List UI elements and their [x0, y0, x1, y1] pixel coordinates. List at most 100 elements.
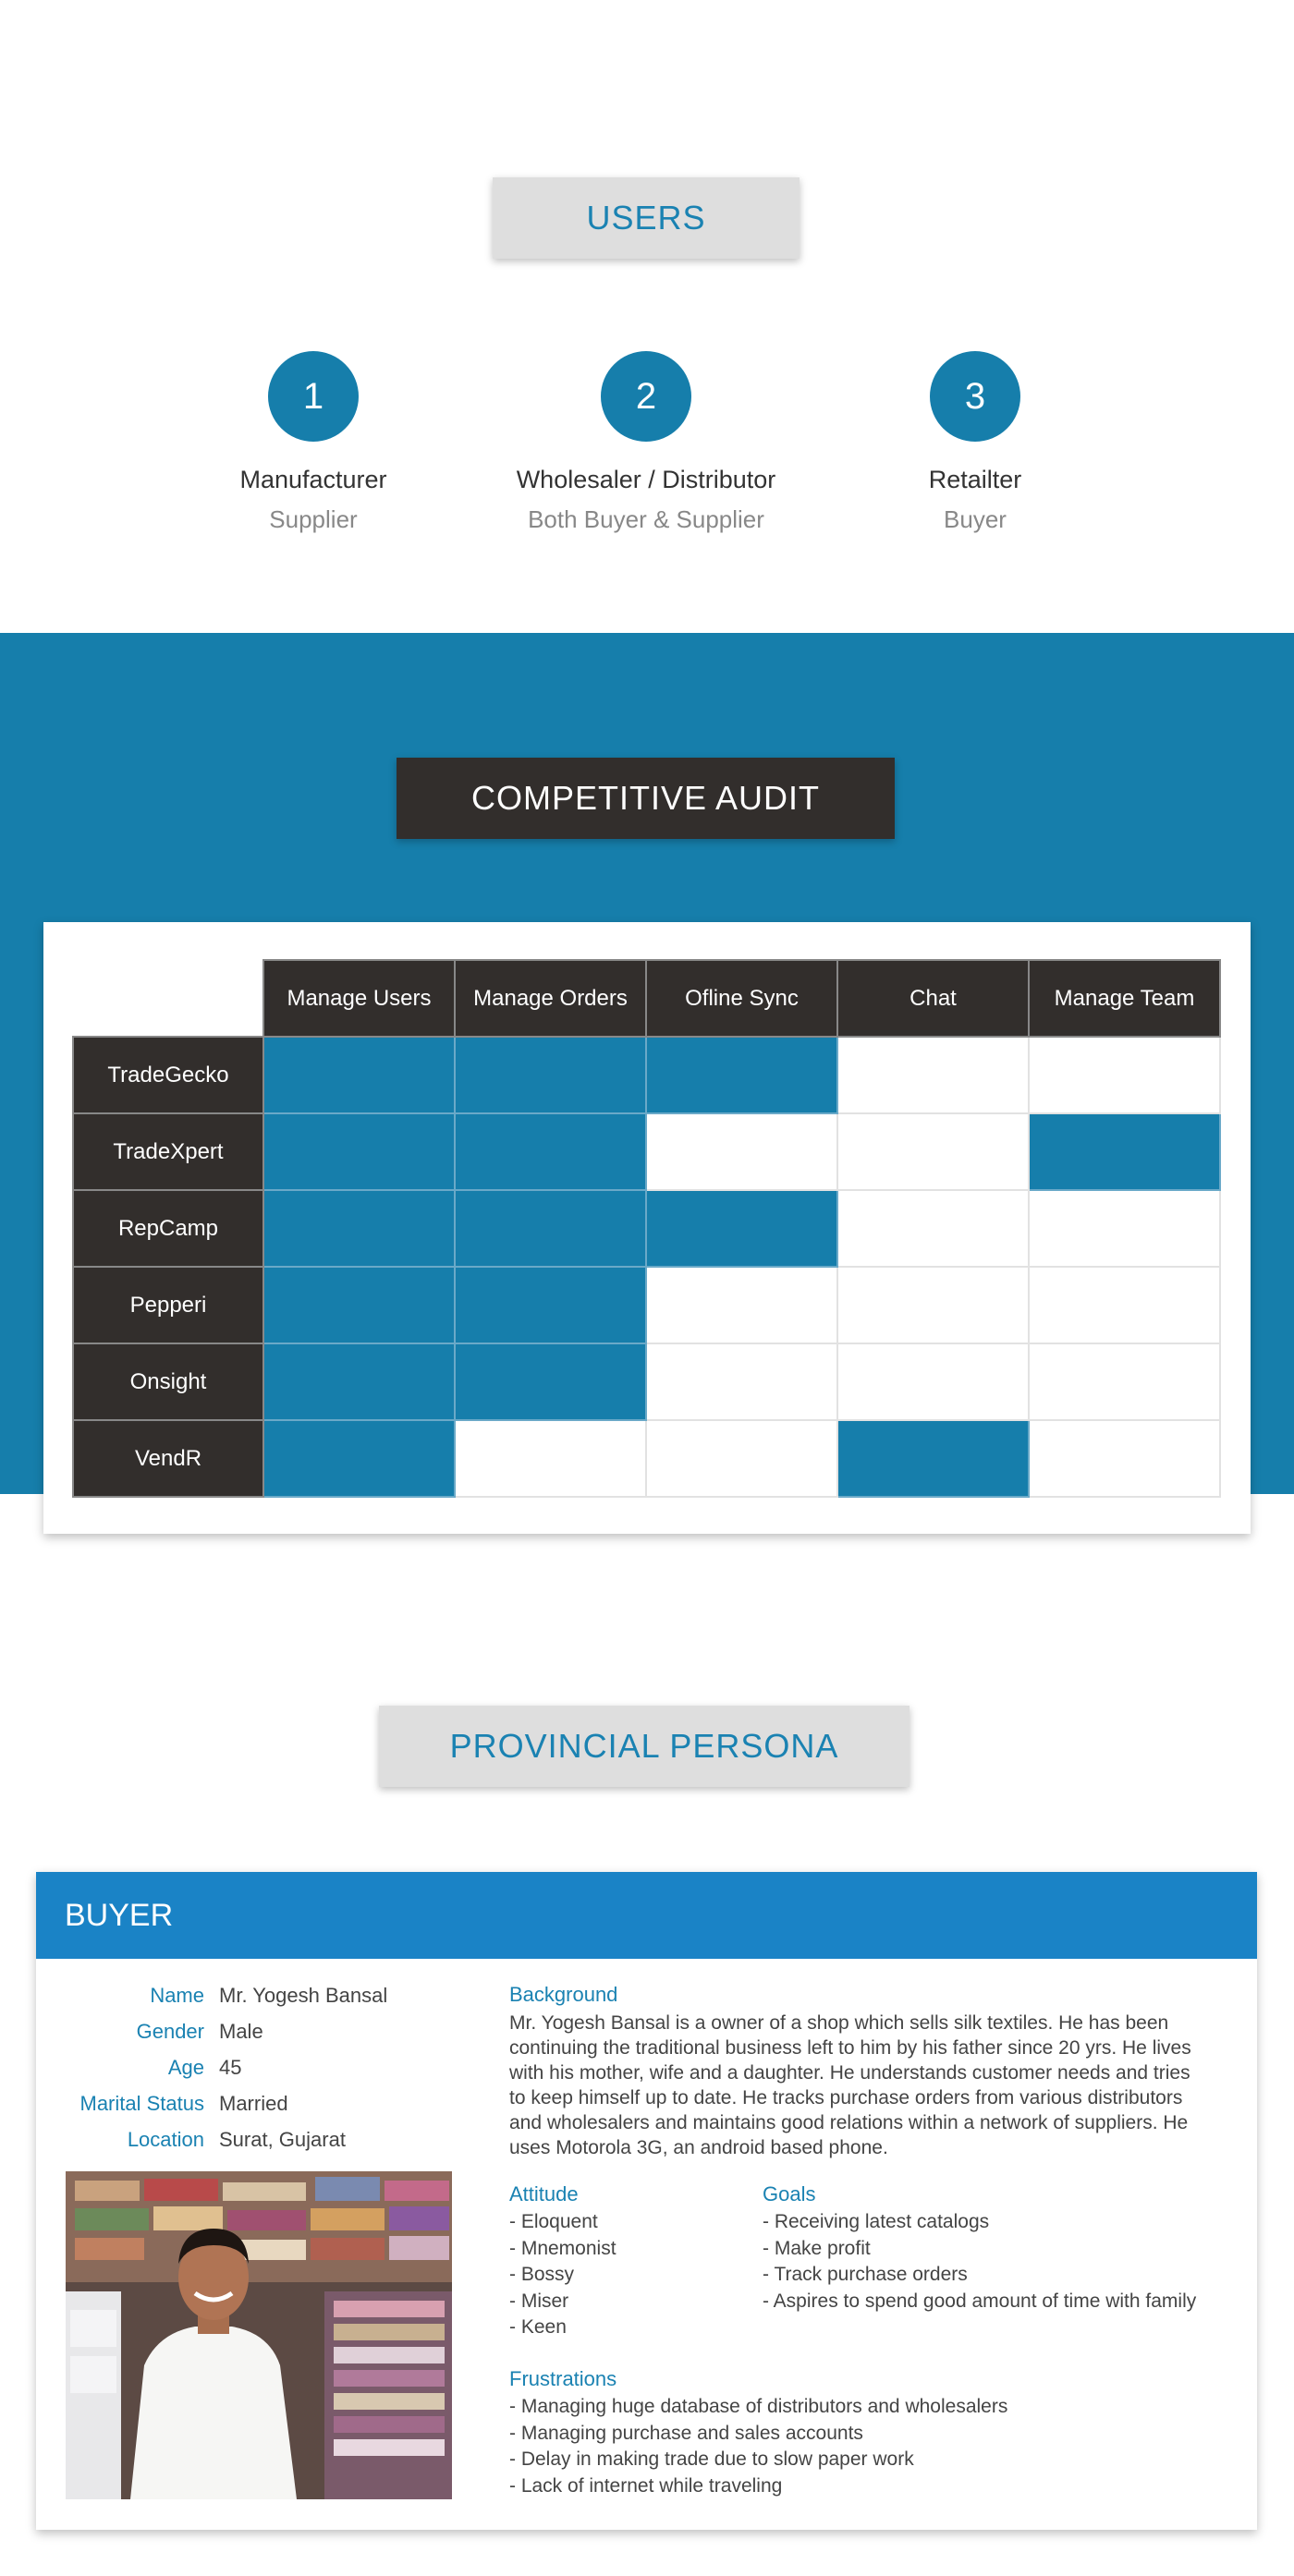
audit-cell-supported — [454, 1112, 647, 1191]
info-value: Married — [219, 2091, 288, 2115]
info-row-gender: Gender Male — [36, 2013, 461, 2049]
goals-item: - Track purchase orders — [763, 2264, 968, 2285]
audit-cell-supported — [262, 1419, 456, 1498]
persona-photo — [66, 2171, 452, 2499]
goals-heading: Goals — [763, 2182, 816, 2205]
user-role: Wholesaler / Distributor — [516, 466, 776, 493]
frustrations-item: - Managing huge database of distributors… — [509, 2396, 1008, 2417]
audit-row: TradeXpert — [72, 1112, 1221, 1191]
frustrations-heading: Frustrations — [509, 2367, 617, 2390]
audit-row: TradeGecko — [72, 1036, 1221, 1114]
audit-row-label: VendR — [72, 1419, 264, 1498]
audit-row-label: TradeGecko — [72, 1036, 264, 1114]
persona-photo-illustration — [66, 2171, 452, 2499]
audit-cell-supported — [645, 1189, 838, 1268]
audit-cell-supported — [836, 1419, 1030, 1498]
background-line: and wholesalers and maintains good relat… — [509, 2112, 1189, 2133]
info-key: Marital Status — [79, 2091, 205, 2115]
goals-item: - Aspires to spend good amount of time w… — [763, 2290, 1197, 2312]
audit-row: RepCamp — [72, 1189, 1221, 1268]
background-line: continuing the traditional business left… — [509, 2037, 1191, 2059]
audit-cell-unsupported — [1028, 1189, 1221, 1268]
persona-info: Name Mr. Yogesh Bansal Gender Male Age 4… — [36, 1977, 461, 2157]
audit-cell-unsupported — [1028, 1266, 1221, 1344]
info-row-location: Location Surat, Gujarat — [36, 2121, 461, 2157]
audit-cell-supported — [1028, 1112, 1221, 1191]
background-line: Mr. Yogesh Bansal is a owner of a shop w… — [509, 2012, 1169, 2034]
info-value: Male — [219, 2019, 263, 2043]
audit-cell-supported — [454, 1266, 647, 1344]
frustrations-item: - Managing purchase and sales accounts — [509, 2422, 863, 2444]
audit-row: Onsight — [72, 1343, 1221, 1421]
frustrations-item: - Delay in making trade due to slow pape… — [509, 2448, 914, 2470]
audit-body: TradeGecko TradeXpert RepCamp Pepperi Onsigh… — [72, 1036, 1221, 1498]
info-key: Location — [127, 2127, 204, 2151]
audit-cell-unsupported — [645, 1343, 838, 1421]
audit-cell-unsupported — [836, 1343, 1030, 1421]
info-value: Mr. Yogesh Bansal — [219, 1983, 388, 2007]
users-title: USERS — [493, 177, 800, 259]
user-subtitle: Supplier — [269, 505, 358, 533]
persona-title: PROVINCIAL PERSONA — [379, 1706, 909, 1787]
audit-col-manage-team: Manage Team — [1028, 959, 1221, 1038]
background-line: with his mother, wife and a daughter. He… — [509, 2062, 1190, 2084]
audit-cell-unsupported — [836, 1266, 1030, 1344]
info-key: Age — [167, 2055, 204, 2079]
frustrations-item: - Lack of internet while traveling — [509, 2474, 783, 2497]
audit-col-manage-users: Manage Users — [262, 959, 456, 1038]
audit-row: VendR — [72, 1419, 1221, 1498]
attitude-list: - Eloquent - Mnemonist - Bossy - Miser -… — [509, 2209, 616, 2341]
attitude-item: - Miser — [509, 2290, 569, 2312]
user-retailer: 3 Retailter Buyer — [818, 351, 1132, 534]
audit-corner-cell — [73, 960, 263, 1037]
audit-col-offline-sync: Ofline Sync — [645, 959, 838, 1038]
info-key: Gender — [136, 2019, 204, 2043]
audit-cell-supported — [262, 1036, 456, 1114]
user-subtitle: Buyer — [944, 505, 1007, 533]
audit-table: Manage Users Manage Orders Ofline Sync C… — [72, 959, 1221, 1498]
audit-cell-unsupported — [645, 1112, 838, 1191]
background-heading: Background — [509, 1983, 618, 2006]
background-text: Mr. Yogesh Bansal is a owner of a shop w… — [509, 2011, 1239, 2160]
user-number-badge: 3 — [930, 351, 1020, 442]
audit-cell-supported — [262, 1343, 456, 1421]
audit-cell-supported — [454, 1343, 647, 1421]
audit-col-manage-orders: Manage Orders — [454, 959, 647, 1038]
audit-row-label: TradeXpert — [72, 1112, 264, 1191]
user-manufacturer: 1 Manufacturer Supplier — [156, 351, 470, 534]
info-key: Name — [150, 1983, 204, 2007]
audit-cell-supported — [454, 1036, 647, 1114]
audit-cell-supported — [262, 1266, 456, 1344]
background-line: to keep himself up to date. He tracks pu… — [509, 2087, 1183, 2108]
goals-list: - Receiving latest catalogs - Make profi… — [763, 2209, 1196, 2315]
user-number-badge: 1 — [268, 351, 359, 442]
persona-header: BUYER — [36, 1872, 1257, 1959]
audit-row-label: Pepperi — [72, 1266, 264, 1344]
audit-cell-unsupported — [1028, 1343, 1221, 1421]
user-wholesaler: 2 Wholesaler / Distributor Both Buyer & … — [489, 351, 803, 534]
audit-cell-supported — [262, 1112, 456, 1191]
audit-header-row: Manage Users Manage Orders Ofline Sync C… — [73, 959, 1221, 1038]
persona-card: BUYER Name Mr. Yogesh Bansal Gender Male… — [36, 1872, 1257, 2530]
goals-item: - Receiving latest catalogs — [763, 2211, 990, 2232]
attitude-heading: Attitude — [509, 2182, 579, 2205]
audit-title: COMPETITIVE AUDIT — [397, 758, 895, 839]
user-subtitle: Both Buyer & Supplier — [528, 505, 764, 533]
audit-cell-unsupported — [1028, 1419, 1221, 1498]
audit-row-label: Onsight — [72, 1343, 264, 1421]
audit-cell-unsupported — [645, 1266, 838, 1344]
attitude-item: - Mnemonist — [509, 2237, 616, 2259]
audit-cell-unsupported — [836, 1112, 1030, 1191]
frustrations-list: - Managing huge database of distributors… — [509, 2394, 1007, 2499]
audit-cell-supported — [454, 1189, 647, 1268]
attitude-item: - Keen — [509, 2316, 567, 2338]
attitude-item: - Eloquent — [509, 2211, 598, 2232]
audit-row: Pepperi — [72, 1266, 1221, 1344]
info-value: 45 — [219, 2055, 242, 2079]
audit-card: Manage Users Manage Orders Ofline Sync C… — [43, 922, 1251, 1534]
info-row-name: Name Mr. Yogesh Bansal — [36, 1977, 461, 2013]
info-row-age: Age 45 — [36, 2049, 461, 2085]
audit-cell-unsupported — [645, 1419, 838, 1498]
audit-row-label: RepCamp — [72, 1189, 264, 1268]
audit-cell-unsupported — [836, 1036, 1030, 1114]
